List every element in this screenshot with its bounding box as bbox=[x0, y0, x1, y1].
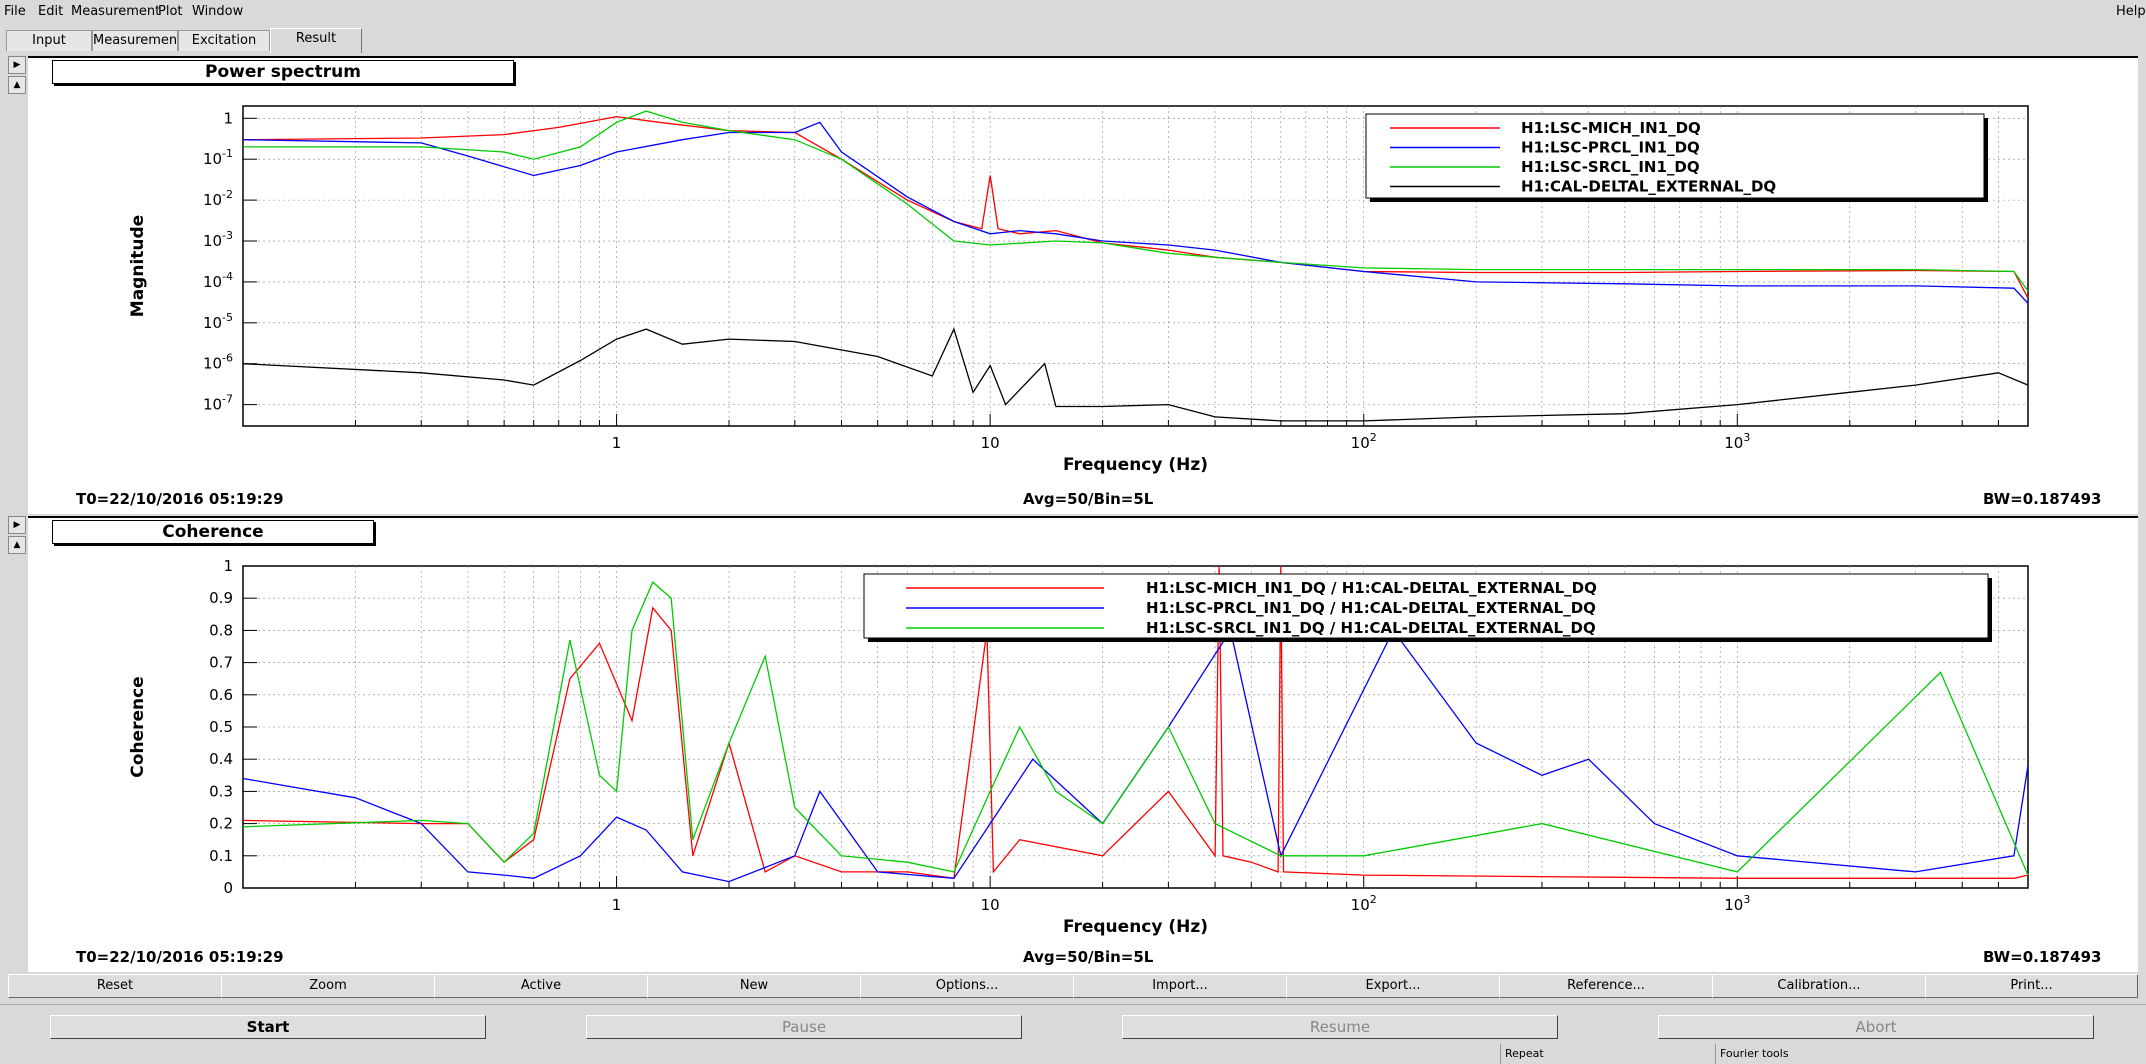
menu-measurement[interactable]: Measurement bbox=[71, 4, 160, 19]
y-tick-label: 1 bbox=[223, 109, 233, 127]
legend-label: H1:CAL-DELTAL_EXTERNAL_DQ bbox=[1521, 178, 1776, 196]
bw-label: BW=0.187493 bbox=[1983, 490, 2102, 508]
tab-measurement[interactable]: Measurement bbox=[92, 30, 182, 51]
y-tick-exponent: -6 bbox=[222, 352, 233, 365]
legend-label: H1:LSC-PRCL_IN1_DQ / H1:CAL-DELTAL_EXTER… bbox=[1146, 599, 1596, 617]
legend-label: H1:LSC-SRCL_IN1_DQ / H1:CAL-DELTAL_EXTER… bbox=[1146, 619, 1596, 637]
menu-file[interactable]: File bbox=[4, 4, 26, 19]
y-tick-label: 10-3 bbox=[203, 229, 233, 250]
y-tick-label: 10-6 bbox=[203, 352, 233, 373]
y-tick-label: 0.8 bbox=[209, 621, 233, 639]
y-tick-label: 0 bbox=[223, 879, 233, 897]
y-tick-label: 10-5 bbox=[203, 311, 233, 332]
t0-label: T0=22/10/2016 05:19:29 bbox=[76, 948, 284, 966]
x-tick-label: 10 bbox=[981, 896, 1000, 914]
coherence-panel[interactable]: Coherence 1 10 102 103 0 0.1 0.2 0.3 0.4 0.5 0.6 0.… bbox=[28, 516, 2138, 972]
panel2-expand-icon[interactable]: ▶ bbox=[8, 516, 26, 534]
x-tick-label: 102 bbox=[1351, 893, 1377, 914]
reference-button[interactable]: Reference... bbox=[1499, 974, 1713, 998]
tab-bar: Input Measurement Excitation Result bbox=[0, 28, 2146, 54]
t0-label: T0=22/10/2016 05:19:29 bbox=[76, 490, 284, 508]
menu-edit[interactable]: Edit bbox=[38, 4, 63, 19]
x-axis-label: Frequency (Hz) bbox=[1063, 917, 1208, 937]
power-spectrum-plot[interactable]: 1 10 102 103 1 10-1 10-2 10-3 10-4 10-5 10-6 10-7 Fr… bbox=[28, 58, 2138, 514]
options-button[interactable]: Options... bbox=[860, 974, 1074, 998]
y-tick-label: 0.6 bbox=[209, 686, 233, 704]
y-tick-label: 0.7 bbox=[209, 654, 233, 672]
tab-excitation[interactable]: Excitation bbox=[178, 30, 270, 51]
menubar: File Edit Measurement Plot Window Help bbox=[0, 0, 2146, 24]
y-tick-exponent: -2 bbox=[222, 188, 233, 201]
y-tick-exponent: -7 bbox=[222, 393, 233, 406]
x-tick-label: 103 bbox=[1724, 431, 1750, 452]
avg-label: Avg=50/Bin=5L bbox=[1023, 490, 1154, 508]
y-tick-label: 0.3 bbox=[209, 782, 233, 800]
x-tick-label: 103 bbox=[1724, 893, 1750, 914]
y-tick-exponent: -5 bbox=[222, 311, 233, 324]
avg-label: Avg=50/Bin=5L bbox=[1023, 948, 1154, 966]
y-tick-label: 1 bbox=[223, 557, 233, 575]
power-spectrum-panel[interactable]: Power spectrum 1 10 102 103 1 10-1 10-2 10-3 10-… bbox=[28, 56, 2138, 514]
panel1-expand-icon[interactable]: ▶ bbox=[8, 56, 26, 74]
x-tick-label: 10 bbox=[981, 434, 1000, 452]
menu-help[interactable]: Help bbox=[2116, 4, 2146, 19]
x-tick-exponent: 3 bbox=[1743, 893, 1750, 906]
panel2-collapse-icon[interactable]: ▲ bbox=[8, 536, 26, 554]
legend-label: H1:LSC-MICH_IN1_DQ bbox=[1521, 119, 1701, 137]
x-tick-exponent: 3 bbox=[1743, 431, 1750, 444]
resume-button[interactable]: Resume bbox=[1122, 1015, 1558, 1039]
tab-result[interactable]: Result bbox=[270, 28, 362, 53]
abort-button[interactable]: Abort bbox=[1658, 1015, 2094, 1039]
bw-label: BW=0.187493 bbox=[1983, 948, 2102, 966]
legend-label: H1:LSC-PRCL_IN1_DQ bbox=[1521, 139, 1700, 157]
x-tick-label: 1 bbox=[612, 434, 622, 452]
menu-plot[interactable]: Plot bbox=[158, 4, 183, 19]
x-tick-label: 102 bbox=[1351, 431, 1377, 452]
action-buttons: Reset Zoom Active New Options... Import.… bbox=[8, 974, 2138, 998]
coherence-plot[interactable]: 1 10 102 103 0 0.1 0.2 0.3 0.4 0.5 0.6 0.7 0.8 0.9 1 Fr… bbox=[28, 518, 2138, 972]
y-tick-exponent: -1 bbox=[222, 147, 233, 160]
y-tick-label: 0.1 bbox=[209, 847, 233, 865]
x-tick-label: 1 bbox=[612, 896, 622, 914]
import-button[interactable]: Import... bbox=[1073, 974, 1287, 998]
y-tick-label: 10-7 bbox=[203, 393, 233, 414]
y-tick-label: 0.5 bbox=[209, 718, 233, 736]
y-tick-label: 0.2 bbox=[209, 815, 233, 833]
x-axis-label: Frequency (Hz) bbox=[1063, 455, 1208, 475]
x-tick-exponent: 2 bbox=[1370, 893, 1377, 906]
menu-window[interactable]: Window bbox=[192, 4, 243, 19]
y-tick-label: 10-4 bbox=[203, 270, 233, 291]
zoom-button[interactable]: Zoom bbox=[221, 974, 435, 998]
y-tick-label: 0.4 bbox=[209, 750, 233, 768]
y-axis-label: Coherence bbox=[128, 676, 148, 777]
pause-button[interactable]: Pause bbox=[586, 1015, 1022, 1039]
new-button[interactable]: New bbox=[647, 974, 861, 998]
active-button[interactable]: Active bbox=[434, 974, 648, 998]
y-tick-label: 10-1 bbox=[203, 147, 233, 168]
tab-input[interactable]: Input bbox=[6, 30, 92, 51]
legend-label: H1:LSC-SRCL_IN1_DQ bbox=[1521, 158, 1700, 176]
reset-button[interactable]: Reset bbox=[8, 974, 222, 998]
status-fourier: Fourier tools bbox=[1715, 1044, 2140, 1064]
y-tick-exponent: -4 bbox=[222, 270, 233, 283]
plot-area: 1 10 102 103 0 0.1 0.2 0.3 0.4 0.5 0.6 0.7 0.8 0.9 1 Fr… bbox=[128, 557, 2029, 937]
y-tick-label: 10-2 bbox=[203, 188, 233, 209]
y-tick-exponent: -3 bbox=[222, 229, 233, 242]
plot-area: 1 10 102 103 1 10-1 10-2 10-3 10-4 10-5 10-6 10-7 Fr… bbox=[128, 105, 2029, 475]
legend-label: H1:LSC-MICH_IN1_DQ / H1:CAL-DELTAL_EXTER… bbox=[1146, 579, 1597, 597]
status-repeat: Repeat bbox=[1500, 1044, 1715, 1064]
calibration-button[interactable]: Calibration... bbox=[1712, 974, 1926, 998]
export-button[interactable]: Export... bbox=[1286, 974, 1500, 998]
start-button[interactable]: Start bbox=[50, 1015, 486, 1039]
print-button[interactable]: Print... bbox=[1925, 974, 2138, 998]
y-tick-label: 0.9 bbox=[209, 589, 233, 607]
control-bar: Start Pause Resume Abort bbox=[0, 1004, 2146, 1041]
x-tick-exponent: 2 bbox=[1370, 431, 1377, 444]
panel1-collapse-icon[interactable]: ▲ bbox=[8, 76, 26, 94]
y-axis-label: Magnitude bbox=[128, 215, 148, 317]
